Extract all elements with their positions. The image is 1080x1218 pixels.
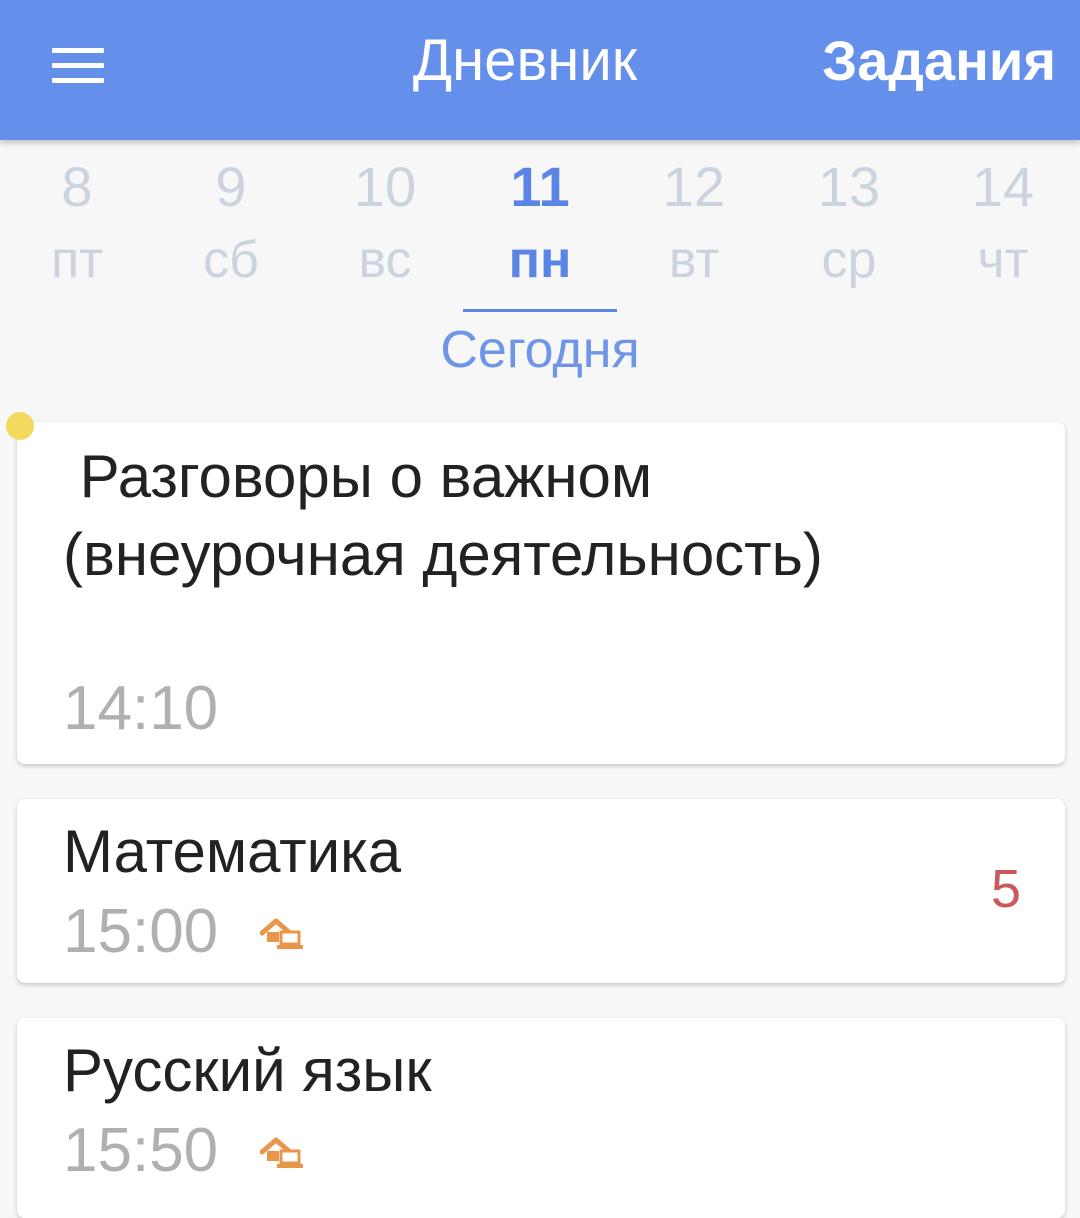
current-lesson-marker <box>6 412 34 440</box>
lesson-time: 15:00 <box>63 897 219 966</box>
day-14[interactable]: 14 чт <box>926 150 1080 296</box>
lesson-card[interactable]: Русский язык 15:50 <box>17 1018 1065 1218</box>
day-number: 12 <box>662 155 726 218</box>
day-number: 9 <box>215 155 247 218</box>
day-11-selected[interactable]: 11 пн <box>463 150 617 296</box>
day-weekday: чт <box>977 231 1029 289</box>
day-number: 10 <box>353 155 417 218</box>
lesson-title: Русский язык <box>63 1037 432 1104</box>
day-number: 13 <box>817 155 881 218</box>
date-strip: 8 пт 9 сб 10 вс 11 пн 12 вт 13 ср 14 чт <box>0 150 1080 320</box>
lesson-time: 15:50 <box>63 1116 219 1185</box>
day-9[interactable]: 9 сб <box>154 150 308 296</box>
day-13[interactable]: 13 ср <box>772 150 926 296</box>
today-label: Сегодня <box>440 321 640 379</box>
day-weekday: ср <box>821 231 877 289</box>
day-8[interactable]: 8 пт <box>0 150 154 296</box>
day-weekday: пн <box>508 231 572 289</box>
lesson-title: Математика <box>63 818 402 885</box>
day-weekday: пт <box>51 231 103 289</box>
day-number: 11 <box>510 155 570 218</box>
home-computer-icon <box>260 918 303 949</box>
day-weekday: вт <box>668 231 720 289</box>
day-weekday: вс <box>358 231 412 289</box>
lesson-card[interactable]: Математика 15:00 5 <box>17 799 1065 983</box>
app-header: Дневник Задания <box>0 0 1080 140</box>
page-title: Дневник <box>412 28 638 93</box>
lesson-card[interactable]: Разговоры о важном (внеурочная деятельно… <box>17 422 1065 764</box>
grade-badge: 5 <box>990 859 1021 919</box>
day-number: 8 <box>61 155 93 218</box>
lesson-time: 14:10 <box>63 674 219 743</box>
home-computer-icon <box>260 1137 303 1168</box>
day-number: 14 <box>971 155 1035 218</box>
day-12[interactable]: 12 вт <box>617 150 771 296</box>
lesson-title: Разговоры о важном (внеурочная деятельно… <box>63 443 823 588</box>
tasks-button[interactable]: Задания <box>822 26 1056 96</box>
day-10[interactable]: 10 вс <box>308 150 462 296</box>
hamburger-menu-icon[interactable] <box>52 48 104 84</box>
day-weekday: сб <box>203 231 259 289</box>
selected-day-indicator <box>463 309 617 312</box>
